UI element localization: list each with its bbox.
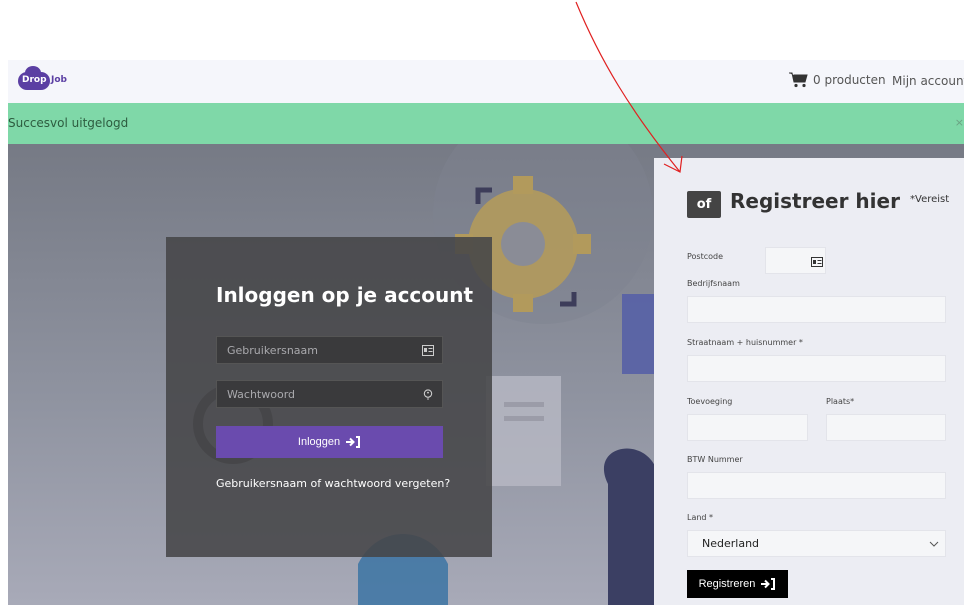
country-select[interactable]: Nederland xyxy=(687,530,946,557)
city-input[interactable] xyxy=(826,414,946,441)
username-input[interactable] xyxy=(217,337,442,363)
forgot-credentials-link[interactable]: Gebruikersnaam of wachtwoord vergeten? xyxy=(216,477,450,490)
country-label: Land * xyxy=(687,513,714,522)
company-input[interactable] xyxy=(687,296,946,323)
or-badge: of xyxy=(687,191,721,218)
key-icon xyxy=(423,389,433,400)
city-label: Plaats* xyxy=(826,397,855,406)
chevron-down-icon xyxy=(929,541,939,547)
top-navbar: Drop Job 0 producten Mijn account ▾ xyxy=(8,60,964,103)
logo-job-text: Job xyxy=(51,75,67,85)
company-label: Bedrijfsnaam xyxy=(687,279,740,288)
register-title: Registreer hier xyxy=(730,189,900,213)
alert-message: Succesvol uitgelogd xyxy=(8,116,129,130)
postcode-input[interactable] xyxy=(765,247,826,274)
register-button-label: Registreren xyxy=(698,578,756,590)
street-input[interactable] xyxy=(687,355,946,382)
addition-input[interactable] xyxy=(687,414,808,441)
id-card-icon xyxy=(422,345,434,356)
id-card-icon xyxy=(811,257,823,267)
vat-input[interactable] xyxy=(687,472,946,499)
login-button[interactable]: Inloggen xyxy=(216,426,443,458)
vat-label: BTW Nummer xyxy=(687,455,743,464)
street-label: Straatnaam + huisnummer * xyxy=(687,338,803,347)
postcode-label: Postcode xyxy=(687,252,724,261)
addition-label: Toevoeging xyxy=(687,397,733,406)
password-field[interactable] xyxy=(216,380,443,408)
account-menu[interactable]: Mijn account ▾ xyxy=(892,74,964,88)
register-button[interactable]: Registreren xyxy=(687,570,788,598)
required-note: *Vereist xyxy=(910,194,950,205)
alert-close-button[interactable]: × xyxy=(955,116,964,129)
dropjob-logo[interactable]: Drop Job xyxy=(18,66,70,92)
account-label: Mijn account xyxy=(892,74,964,88)
register-panel: of Registreer hier *Vereist Postcode Bed… xyxy=(654,158,964,605)
username-field[interactable] xyxy=(216,336,443,364)
login-panel: Inloggen op je account Inloggen Gebruike… xyxy=(166,237,492,557)
password-input[interactable] xyxy=(217,381,442,407)
cart-link[interactable]: 0 producten xyxy=(789,72,886,88)
country-value: Nederland xyxy=(702,537,760,550)
success-alert: Succesvol uitgelogd × xyxy=(8,103,964,144)
cart-count-label: 0 producten xyxy=(813,73,886,87)
logo-drop-text: Drop xyxy=(22,75,47,85)
login-title: Inloggen op je account xyxy=(216,283,474,307)
login-button-label: Inloggen xyxy=(297,436,341,448)
sign-in-icon xyxy=(761,578,776,590)
sign-in-icon xyxy=(346,436,361,448)
cart-icon xyxy=(789,72,808,88)
